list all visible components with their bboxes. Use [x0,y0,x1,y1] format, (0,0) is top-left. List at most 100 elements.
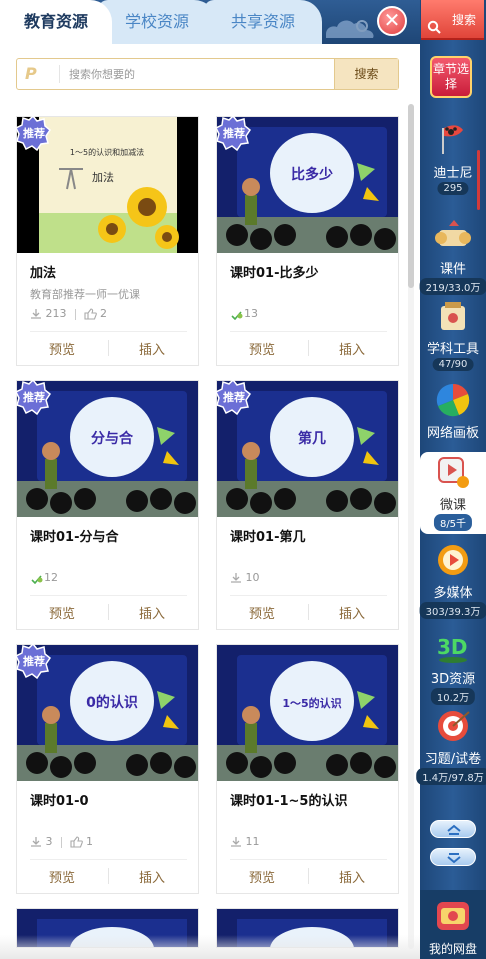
like-icon [69,836,83,848]
download-icon [31,309,41,319]
preview-button[interactable]: 预览 [49,867,75,886]
courseware-scroll-icon [435,220,471,246]
recommend-badge-label: 推荐 [223,391,245,404]
sidebar-item-label: 迪士尼 [433,166,473,181]
button-divider [108,604,109,620]
search-divider [59,65,60,83]
sidebar-item-subject-tools[interactable]: 学科工具 47/90 [420,296,486,378]
view-count: 13 [244,307,258,320]
resource-card[interactable]: 1～5的认识和加减法加法 推荐加法教育部推荐一师一优课 213 2 预览 插入 [15,115,199,366]
card-stats: 213 2 [30,306,107,322]
video-thumbnail: 1～5的认识 [217,645,398,781]
thumb-title: 分与合 [91,430,134,447]
sidebar-item-count: 8/5千 [433,514,473,531]
download-count: 10 [245,571,260,584]
my-netdisk-button[interactable]: 我的网盘 [420,890,486,959]
button-divider [308,868,309,884]
sidebar-item-count: 47/90 [432,358,474,371]
micro-lesson-icon [438,457,469,488]
sidebar-item-3d-resource[interactable]: 3D 3D资源 10.2万 [420,626,486,708]
svg-text:3D: 3D [437,635,468,659]
card-title[interactable]: 课时01-第几 [230,526,306,545]
search-input[interactable] [69,63,329,85]
download-count: 11 [245,835,260,848]
insert-button[interactable]: 插入 [139,603,165,622]
tab-bar: 共享资源 学校资源 教育资源 ✕ [0,0,420,44]
insert-button[interactable]: 插入 [339,339,365,358]
card-title[interactable]: 课时01-比多少 [230,262,319,281]
resource-card[interactable]: 分与合 推荐 课时01-分与合 12 预览 插入 [15,379,199,630]
insert-button[interactable]: 插入 [339,603,365,622]
recommend-badge-label: 推荐 [223,127,245,140]
bottom-fade [0,935,420,959]
sidebar-item-label: 学科工具 [426,342,479,357]
chevron-up-icon [447,824,461,835]
card-title[interactable]: 课时01-1~5的认识 [230,790,347,809]
thumb-title: 加法 [92,170,114,184]
chevron-down-icon [447,853,461,864]
search-button[interactable]: 搜索 [334,59,398,89]
like-count: 2 [100,307,107,320]
card-title[interactable]: 课时01-0 [30,790,89,809]
sidebar-item-label: 微课 [439,498,466,513]
insert-button[interactable]: 插入 [139,339,165,358]
resource-card[interactable]: 1～5的认识课时01-1~5的认识 11 预览 插入 [216,644,399,894]
scrollbar-thumb[interactable] [408,104,414,288]
stats-separator [74,308,76,320]
download-count: 213 [45,307,67,320]
scroll-down-button[interactable] [430,848,476,866]
chapter-select-button[interactable]: 章节选择 [430,56,472,98]
sidebar-item-label: 网络画板 [426,426,479,441]
card-divider [230,595,387,596]
preview-button[interactable]: 预览 [249,867,275,886]
card-stats: 3 1 [30,834,93,850]
like-icon [83,308,97,320]
sidebar-item-multimedia[interactable]: 多媒体 303/39.3万 [419,540,486,622]
tab-shared-resources[interactable]: 共享资源 [204,0,322,44]
card-subtitle: 教育部推荐一师一优课 [30,288,140,301]
scroll-up-button[interactable] [430,820,476,838]
button-divider [308,604,309,620]
sidebar-item-courseware-scroll[interactable]: 课件 219/33.0万 [419,216,486,298]
resource-card[interactable]: 0的认识 推荐 课时01-0 3 1 预览 插入 [15,643,199,894]
sidebar-search-button[interactable]: 搜索 [421,0,484,40]
recommend-badge-label: 推荐 [23,127,45,140]
sidebar-item-count: 10.2万 [430,688,476,705]
view-count-icon [31,575,43,584]
sidebar-item-count: 303/39.3万 [419,602,486,619]
insert-button[interactable]: 插入 [139,867,165,886]
sidebar-item-micro-lesson[interactable]: 微课 8/5千 [420,452,486,534]
card-stats: 12 [30,570,58,586]
resource-card[interactable]: 第几 推荐 课时01-第几 10 预览 插入 [215,379,399,630]
tab-education-resources[interactable]: 教育资源 [0,0,112,44]
button-divider [308,340,309,356]
sidebar-item-label: 课件 [439,262,466,277]
search-bar: P 搜索 [16,58,399,90]
stats-separator [60,836,62,848]
card-title[interactable]: 课时01-分与合 [30,526,119,545]
button-divider [108,868,109,884]
subject-tools-icon [441,302,465,330]
tab-school-resources[interactable]: 学校资源 [98,0,216,44]
preview-button[interactable]: 预览 [249,603,275,622]
download-count: 3 [45,835,53,848]
view-count: 12 [44,571,58,584]
sidebar-item-exercise-target[interactable]: 习题/试卷 1.4万/97.8万 [416,706,486,788]
card-divider [30,595,187,596]
search-logo-icon: P [25,64,37,83]
like-count: 1 [86,835,93,848]
resource-card[interactable]: 比多少 推荐 课时01-比多少 13 预览 插入 [215,115,399,366]
sidebar-item-count: 295 [437,182,469,195]
preview-button[interactable]: 预览 [49,603,75,622]
thumb-caption: 1～5的认识和加减法 [70,147,144,157]
network-sketchpad-icon [436,383,470,417]
insert-button[interactable]: 插入 [339,867,365,886]
sidebar-item-network-sketchpad[interactable]: 网络画板 [420,380,486,462]
cloud-decoration-icon [326,20,374,38]
card-title[interactable]: 加法 [30,262,56,281]
sidebar-item-disney-flag[interactable]: 迪士尼 295 [420,120,486,202]
preview-button[interactable]: 预览 [249,339,275,358]
preview-button[interactable]: 预览 [49,339,75,358]
card-thumbnail[interactable]: 1～5的认识 [217,645,398,781]
close-button[interactable]: ✕ [377,6,407,36]
